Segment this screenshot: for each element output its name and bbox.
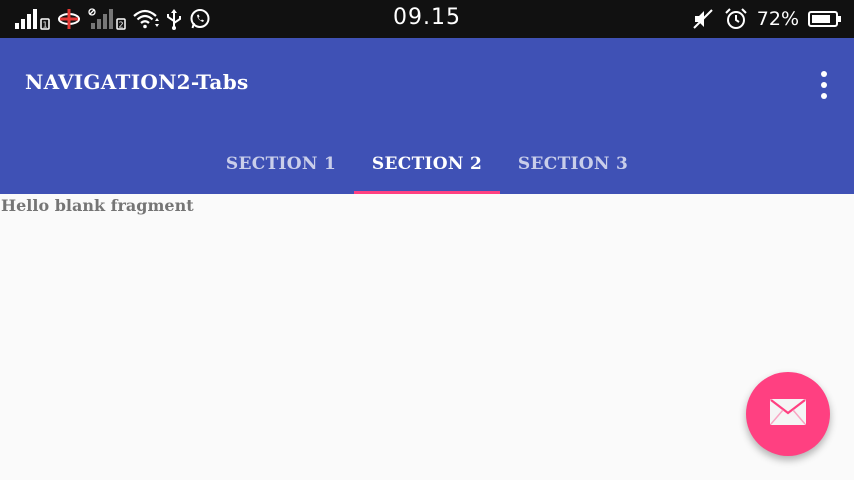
tab-indicator: [354, 191, 500, 194]
mute-icon: [691, 8, 715, 30]
email-icon: [769, 398, 807, 430]
tab-section-2[interactable]: SECTION 2: [354, 134, 500, 194]
email-fab-button[interactable]: [746, 372, 830, 456]
battery-percent: 72%: [756, 8, 799, 30]
tab-label: SECTION 1: [225, 154, 337, 174]
tab-section-1[interactable]: SECTION 1: [208, 134, 354, 194]
app-title: NAVIGATION2-Tabs: [25, 70, 249, 94]
status-bar: 1 2 09.15 72%: [0, 0, 854, 38]
alarm-icon: [724, 8, 748, 30]
tab-section-3[interactable]: SECTION 3: [500, 134, 646, 194]
status-right-icons: 72%: [691, 7, 842, 31]
tab-label: SECTION 2: [371, 154, 483, 174]
more-vert-icon[interactable]: [816, 71, 832, 99]
battery-icon: [808, 8, 842, 30]
app-bar: NAVIGATION2-Tabs SECTION 1 SECTION 2 SEC…: [0, 38, 854, 194]
tab-bar: SECTION 1 SECTION 2 SECTION 3: [208, 134, 646, 194]
tab-label: SECTION 3: [517, 154, 629, 174]
fragment-text: Hello blank fragment: [1, 196, 194, 215]
